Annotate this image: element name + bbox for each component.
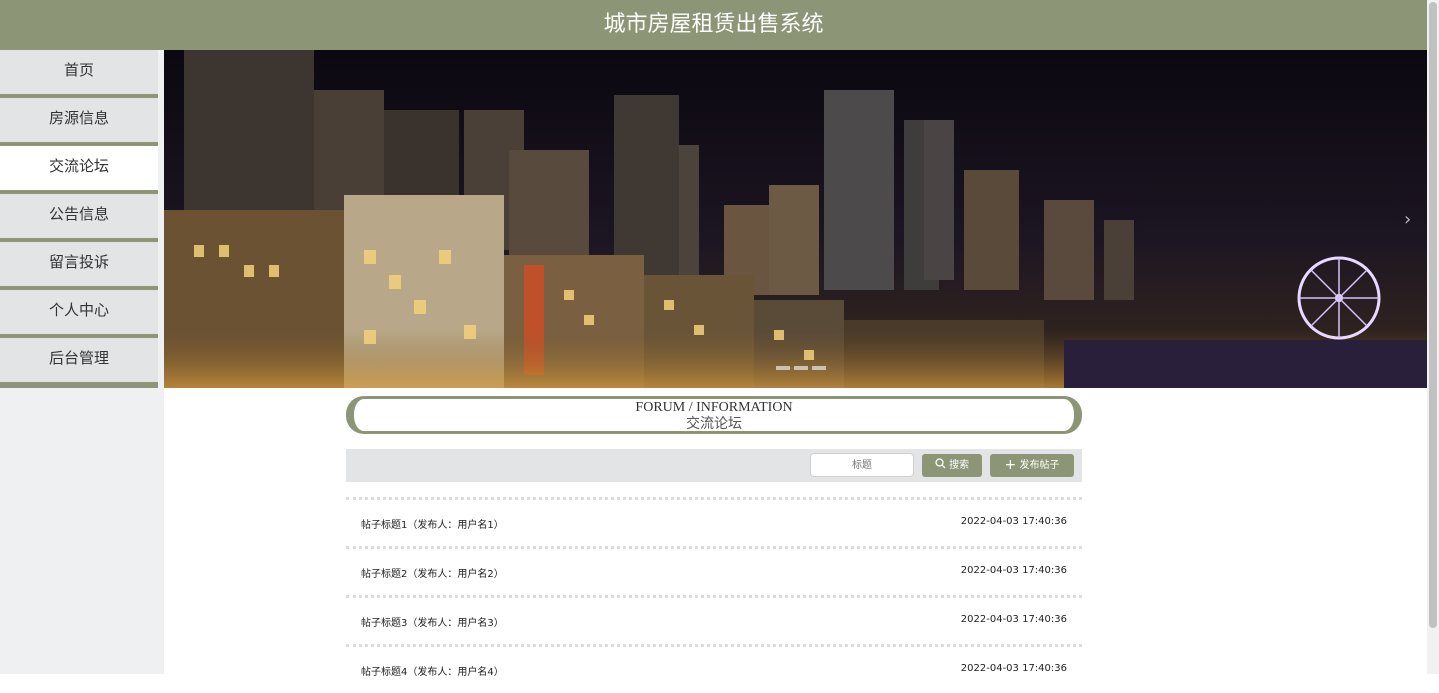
site-title: 城市房屋租赁出售系统 <box>603 12 824 37</box>
post-title: 帖子标题4（发布人：用户名4） <box>361 667 504 678</box>
post-title: 帖子标题1（发布人：用户名1） <box>361 520 504 531</box>
search-icon <box>935 458 946 469</box>
scrollbar-thumb[interactable] <box>1429 2 1437 628</box>
site-header: 城市房屋租赁出售系统 <box>0 0 1427 50</box>
sidebar-item-label: 首页 <box>63 61 94 79</box>
section-title-cn: 交流论坛 <box>686 416 742 432</box>
sidebar-item-label: 公告信息 <box>48 205 109 223</box>
forum-main: FORUM / INFORMATION 交流论坛 搜索 + 发布帖子 帖子标题1… <box>346 396 1082 693</box>
post-list: 帖子标题1（发布人：用户名1） 2022-04-03 17:40:36 帖子标题… <box>346 497 1082 693</box>
sidebar-nav: 首页 房源信息 交流论坛 公告信息 留言投诉 个人中心 后台管理 <box>0 50 164 674</box>
carousel-dot[interactable] <box>794 366 808 370</box>
sidebar-item-admin[interactable]: 后台管理 <box>0 338 158 388</box>
post-time: 2022-04-03 17:40:36 <box>960 663 1067 674</box>
carousel-dot[interactable] <box>812 366 826 370</box>
page-scrollbar[interactable] <box>1427 0 1439 674</box>
post-time: 2022-04-03 17:40:36 <box>960 614 1067 625</box>
search-button-label: 搜索 <box>949 460 970 471</box>
sidebar-item-label: 个人中心 <box>48 301 109 319</box>
search-toolbar: 搜索 + 发布帖子 <box>346 449 1082 482</box>
plus-icon: + <box>1004 457 1017 473</box>
post-title: 帖子标题2（发布人：用户名2） <box>361 569 504 580</box>
sidebar-item-home[interactable]: 首页 <box>0 50 158 100</box>
sidebar-item-messages[interactable]: 留言投诉 <box>0 242 158 292</box>
city-skyline-image: › <box>164 50 1427 388</box>
post-item[interactable]: 帖子标题4（发布人：用户名4） 2022-04-03 17:40:36 <box>346 644 1082 693</box>
search-button[interactable]: 搜索 <box>922 454 982 477</box>
post-time: 2022-04-03 17:40:36 <box>960 516 1067 527</box>
section-title-en: FORUM / INFORMATION <box>635 400 793 415</box>
sidebar-item-notices[interactable]: 公告信息 <box>0 194 158 244</box>
banner-carousel[interactable]: › <box>164 50 1427 388</box>
sidebar-item-label: 留言投诉 <box>48 253 109 271</box>
title-search-input[interactable] <box>810 453 914 477</box>
post-item[interactable]: 帖子标题1（发布人：用户名1） 2022-04-03 17:40:36 <box>346 497 1082 546</box>
sidebar-item-listings[interactable]: 房源信息 <box>0 98 158 148</box>
sidebar-item-label: 房源信息 <box>48 109 109 127</box>
post-time: 2022-04-03 17:40:36 <box>960 565 1067 576</box>
sidebar-item-label: 交流论坛 <box>48 157 109 175</box>
post-title: 帖子标题3（发布人：用户名3） <box>361 618 504 629</box>
section-title-box: FORUM / INFORMATION 交流论坛 <box>346 396 1082 434</box>
publish-post-button[interactable]: + 发布帖子 <box>990 454 1074 477</box>
publish-button-label: 发布帖子 <box>1019 460 1060 471</box>
sidebar-item-forum[interactable]: 交流论坛 <box>0 146 158 196</box>
chevron-right-icon[interactable]: › <box>1404 209 1411 230</box>
carousel-dot[interactable] <box>776 366 790 370</box>
sidebar-item-profile[interactable]: 个人中心 <box>0 290 158 340</box>
sidebar-item-label: 后台管理 <box>48 349 109 367</box>
post-item[interactable]: 帖子标题3（发布人：用户名3） 2022-04-03 17:40:36 <box>346 595 1082 644</box>
post-item[interactable]: 帖子标题2（发布人：用户名2） 2022-04-03 17:40:36 <box>346 546 1082 595</box>
